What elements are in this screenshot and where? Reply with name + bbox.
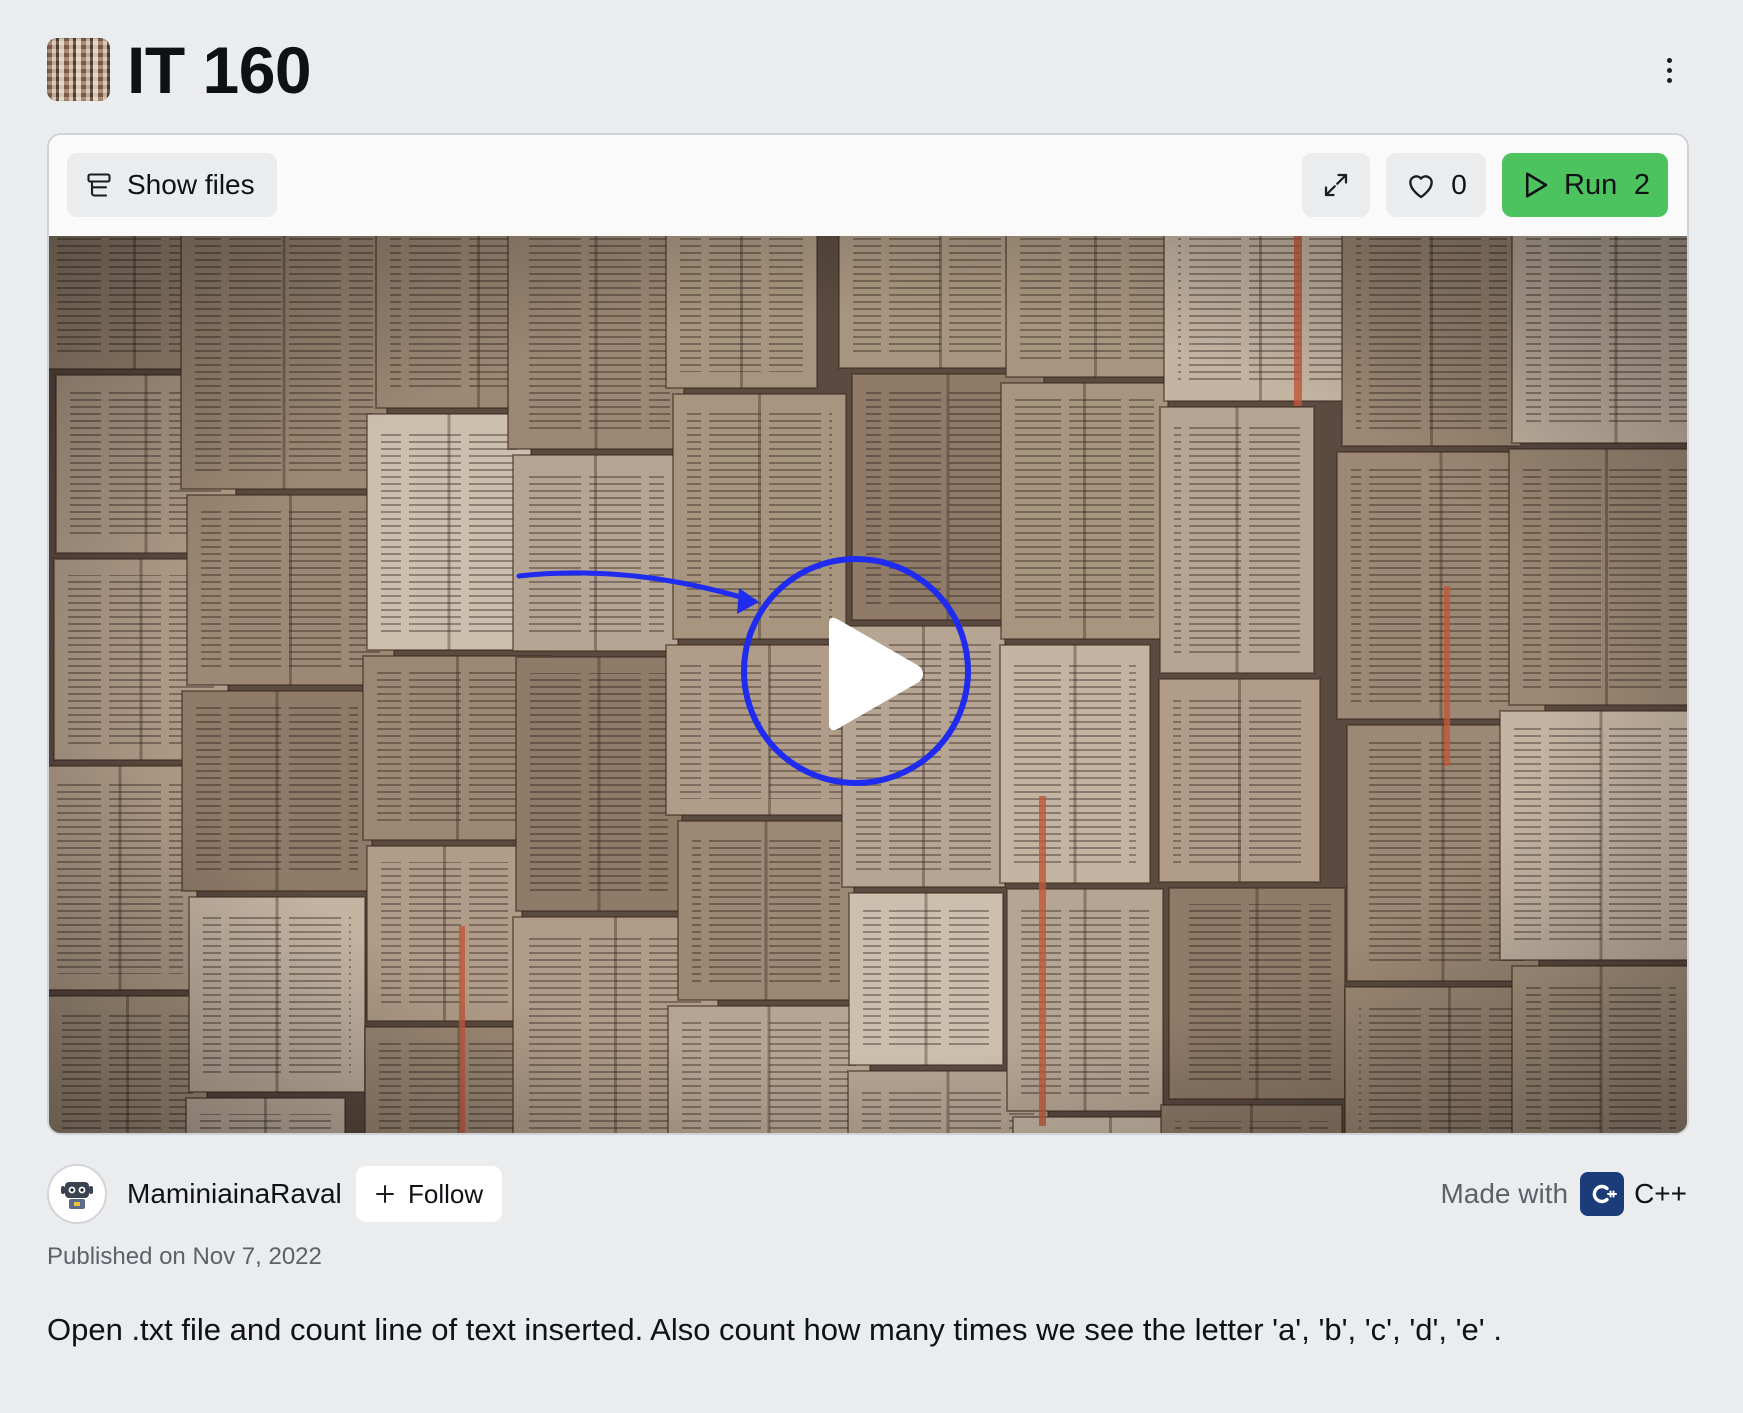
repl-header: IT 160 <box>47 33 1687 107</box>
repl-cover-thumbnail <box>47 38 110 101</box>
follow-label: Follow <box>408 1178 484 1209</box>
show-files-button[interactable]: Show files <box>67 153 277 217</box>
made-with-label: Made with <box>1440 1178 1569 1209</box>
run-count: 2 <box>1633 168 1650 201</box>
cover-toolbar: Show files 0 Run 2 <box>49 135 1687 237</box>
published-date: Published on Nov 7, 2022 <box>47 1243 322 1270</box>
language-name[interactable]: C++ <box>1634 1178 1687 1210</box>
cover-image[interactable] <box>49 236 1687 1133</box>
expand-icon <box>1321 170 1351 200</box>
author-row: MaminiainaRaval Follow Made with C++ <box>47 1164 1687 1228</box>
run-label: Run <box>1564 168 1618 201</box>
files-icon <box>85 171 113 199</box>
play-icon <box>1522 170 1550 200</box>
show-files-label: Show files <box>127 169 255 200</box>
repl-cover-card: Show files 0 Run 2 <box>47 133 1689 1135</box>
run-button[interactable]: Run 2 <box>1502 153 1668 217</box>
made-with: Made with C++ <box>1440 1172 1687 1216</box>
like-button[interactable]: 0 <box>1386 153 1486 217</box>
page-title: IT 160 <box>127 33 312 107</box>
follow-button[interactable]: Follow <box>356 1166 502 1222</box>
expand-button[interactable] <box>1302 153 1370 217</box>
heart-icon <box>1405 170 1437 200</box>
plus-icon <box>374 1183 396 1205</box>
cover-play-icon[interactable] <box>819 614 929 734</box>
cpp-logo-icon <box>1580 1172 1625 1216</box>
like-count: 0 <box>1451 169 1467 200</box>
kebab-menu-icon[interactable] <box>1651 50 1687 90</box>
robot-avatar-icon[interactable] <box>47 1164 107 1224</box>
repl-description: Open .txt file and count line of text in… <box>47 1312 1502 1347</box>
author-name[interactable]: MaminiainaRaval <box>127 1178 342 1210</box>
